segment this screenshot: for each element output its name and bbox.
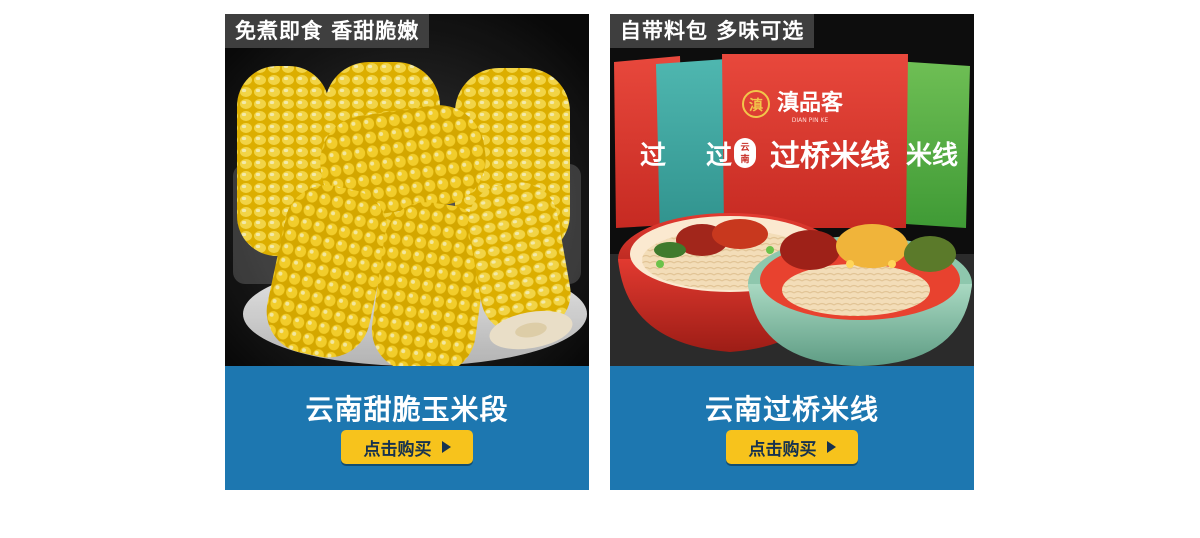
product-title[interactable]: 云南过桥米线: [610, 388, 974, 428]
svg-text:云: 云: [740, 142, 749, 153]
corn-product-image[interactable]: [225, 14, 589, 366]
product-card-corn[interactable]: 免煮即食 香甜脆嫩 云南甜脆玉米段 点击购买: [225, 14, 589, 490]
package-brand-pinyin: DIAN PIN KE: [792, 117, 829, 124]
product-tag: 自带料包 多味可选: [610, 14, 815, 48]
play-arrow-icon: [441, 441, 451, 453]
rice-noodle-product-image[interactable]: 滇 滇品客 DIAN PIN KE 云 南 过桥米线 过 过 米线: [610, 14, 974, 366]
buy-button[interactable]: 点击购买: [341, 430, 473, 464]
buy-button[interactable]: 点击购买: [726, 430, 858, 464]
package-brand: 滇品客: [777, 90, 844, 116]
product-card-rice-noodle[interactable]: 滇 滇品客 DIAN PIN KE 云 南 过桥米线 过 过 米线 自带料包 多…: [610, 14, 974, 490]
svg-text:过: 过: [640, 141, 666, 171]
product-tag: 免煮即食 香甜脆嫩: [225, 14, 430, 48]
svg-text:过: 过: [706, 141, 732, 171]
buy-button-label: 点击购买: [363, 439, 432, 460]
product-info-bar: 云南过桥米线 点击购买: [610, 366, 974, 490]
package-product-name: 过桥米线: [770, 139, 890, 174]
svg-text:米线: 米线: [906, 141, 958, 171]
product-title[interactable]: 云南甜脆玉米段: [225, 388, 589, 428]
play-arrow-icon: [826, 441, 836, 453]
product-info-bar: 云南甜脆玉米段 点击购买: [225, 366, 589, 490]
svg-text:滇: 滇: [749, 97, 763, 114]
buy-button-label: 点击购买: [748, 439, 817, 460]
svg-text:南: 南: [740, 153, 749, 165]
